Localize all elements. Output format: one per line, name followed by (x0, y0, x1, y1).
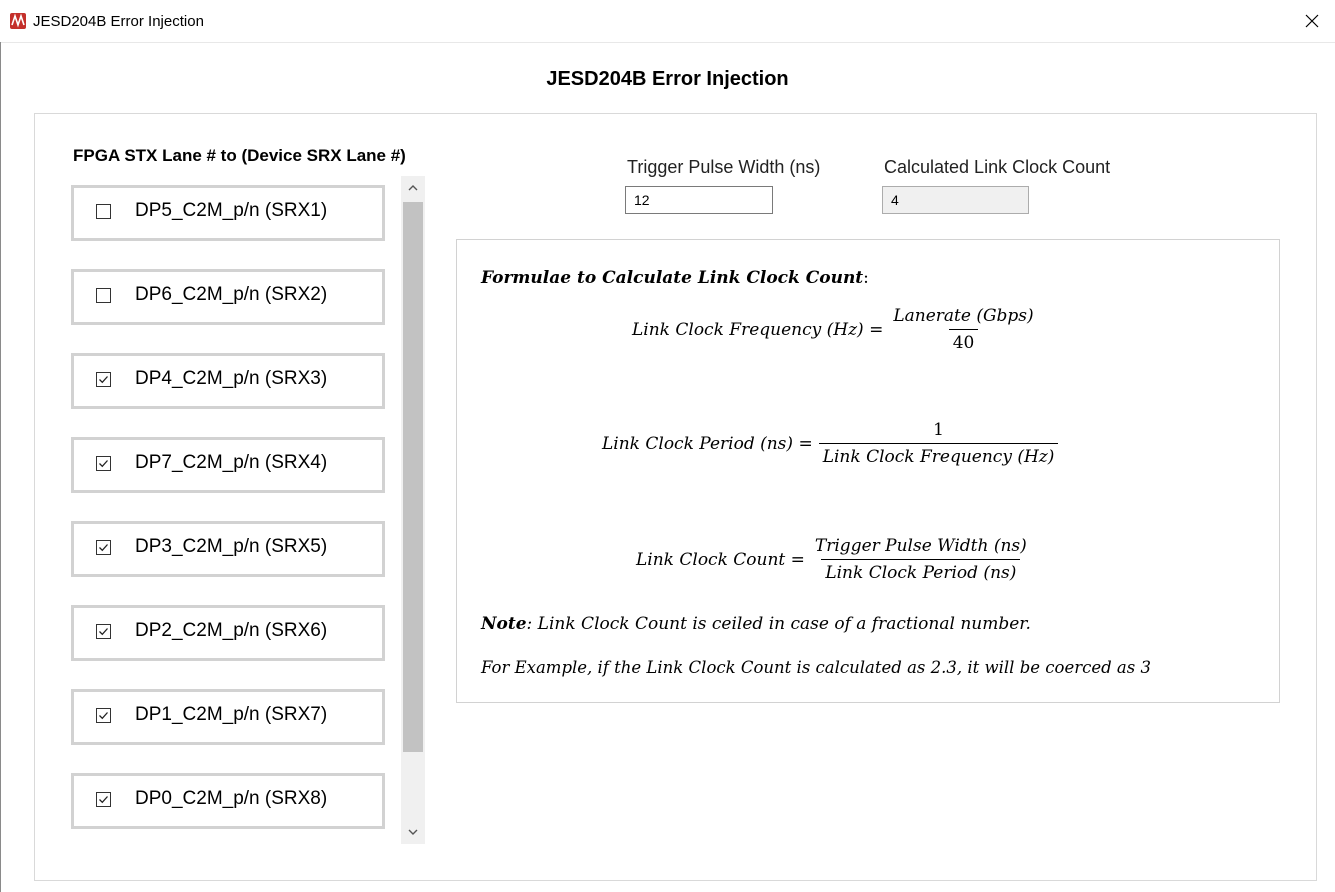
link-clock-count-field: 4 (882, 186, 1029, 214)
note-label: Note (481, 614, 527, 634)
formula-title-colon: : (863, 268, 869, 288)
eq1-fraction: Lanerate (Gbps) 40 (889, 306, 1037, 353)
equation-link-clock-count: Link Clock Count = Trigger Pulse Width (… (636, 536, 1031, 583)
eq1-numerator: Lanerate (Gbps) (893, 306, 1034, 326)
eq3-numerator: Trigger Pulse Width (ns) (814, 536, 1027, 556)
check-icon (99, 712, 108, 720)
trigger-pulse-width-label: Trigger Pulse Width (ns) (627, 157, 821, 177)
lane-checkbox[interactable] (96, 288, 111, 303)
lane-checkbox[interactable] (96, 204, 111, 219)
eq1-lhs: Link Clock Frequency (Hz) = (632, 319, 884, 340)
eq1-denominator: 40 (948, 329, 979, 353)
scroll-thumb[interactable] (403, 202, 423, 752)
lane-checkbox[interactable] (96, 708, 111, 723)
lane-label: DP4_C2M_p/n (SRX3) (135, 368, 328, 389)
eq2-numerator: 1 (933, 420, 944, 440)
lane-item-srx3[interactable]: DP4_C2M_p/n (SRX3) (71, 353, 385, 409)
lane-item-srx1[interactable]: DP5_C2M_p/n (SRX1) (71, 185, 385, 241)
chevron-down-icon (408, 829, 418, 835)
close-icon (1305, 14, 1319, 28)
eq3-fraction: Trigger Pulse Width (ns) Link Clock Peri… (811, 536, 1031, 583)
eq3-denominator: Link Clock Period (ns) (821, 559, 1021, 583)
check-icon (99, 376, 108, 384)
lane-item-srx4[interactable]: DP7_C2M_p/n (SRX4) (71, 437, 385, 493)
lane-label: DP7_C2M_p/n (SRX4) (135, 452, 328, 473)
lane-item-srx8[interactable]: DP0_C2M_p/n (SRX8) (71, 773, 385, 829)
lane-label: DP5_C2M_p/n (SRX1) (135, 200, 328, 221)
lane-checkbox[interactable] (96, 372, 111, 387)
lane-item-srx5[interactable]: DP3_C2M_p/n (SRX5) (71, 521, 385, 577)
close-button[interactable] (1289, 0, 1335, 42)
formula-title: Formulae to Calculate Link Clock Count: (481, 268, 869, 288)
lane-label: DP6_C2M_p/n (SRX2) (135, 284, 328, 305)
lane-item-srx6[interactable]: DP2_C2M_p/n (SRX6) (71, 605, 385, 661)
title-bar: JESD204B Error Injection (0, 0, 1335, 43)
lane-checkbox[interactable] (96, 540, 111, 555)
window-title: JESD204B Error Injection (33, 13, 204, 30)
lane-checkbox[interactable] (96, 792, 111, 807)
lanes-title: FPGA STX Lane # to (Device SRX Lane #) (73, 146, 406, 165)
note-text: : Link Clock Count is ceiled in case of … (526, 614, 1031, 634)
check-icon (99, 460, 108, 468)
scroll-up-button[interactable] (401, 176, 425, 200)
link-clock-count-label: Calculated Link Clock Count (884, 157, 1111, 177)
lane-label: DP1_C2M_p/n (SRX7) (135, 704, 328, 725)
lane-checkbox[interactable] (96, 456, 111, 471)
eq2-fraction: 1 Link Clock Frequency (Hz) (818, 420, 1059, 467)
check-icon (99, 628, 108, 636)
formula-title-text: Formulae to Calculate Link Clock Count (481, 268, 864, 288)
equation-link-clock-frequency: Link Clock Frequency (Hz) = Lanerate (Gb… (632, 306, 1038, 353)
window-border (0, 42, 1, 892)
eq3-lhs: Link Clock Count = (636, 549, 805, 570)
lane-checkbox[interactable] (96, 624, 111, 639)
app-logo-icon (10, 13, 26, 29)
scroll-down-button[interactable] (401, 820, 425, 844)
lane-label: DP2_C2M_p/n (SRX6) (135, 620, 328, 641)
eq2-denominator: Link Clock Frequency (Hz) (818, 443, 1059, 467)
lanes-scrollbar[interactable] (401, 176, 425, 844)
chevron-up-icon (408, 185, 418, 191)
lane-item-srx7[interactable]: DP1_C2M_p/n (SRX7) (71, 689, 385, 745)
page-title: JESD204B Error Injection (546, 68, 789, 90)
equation-link-clock-period: Link Clock Period (ns) = 1 Link Clock Fr… (602, 420, 1059, 467)
lane-item-srx2[interactable]: DP6_C2M_p/n (SRX2) (71, 269, 385, 325)
eq2-lhs: Link Clock Period (ns) = (602, 433, 813, 454)
formula-note: Note: Link Clock Count is ceiled in case… (481, 614, 1031, 634)
check-icon (99, 796, 108, 804)
lane-label: DP0_C2M_p/n (SRX8) (135, 788, 328, 809)
trigger-pulse-width-input[interactable] (625, 186, 773, 214)
formula-example: For Example, if the Link Clock Count is … (481, 658, 1151, 677)
lane-label: DP3_C2M_p/n (SRX5) (135, 536, 328, 557)
check-icon (99, 544, 108, 552)
